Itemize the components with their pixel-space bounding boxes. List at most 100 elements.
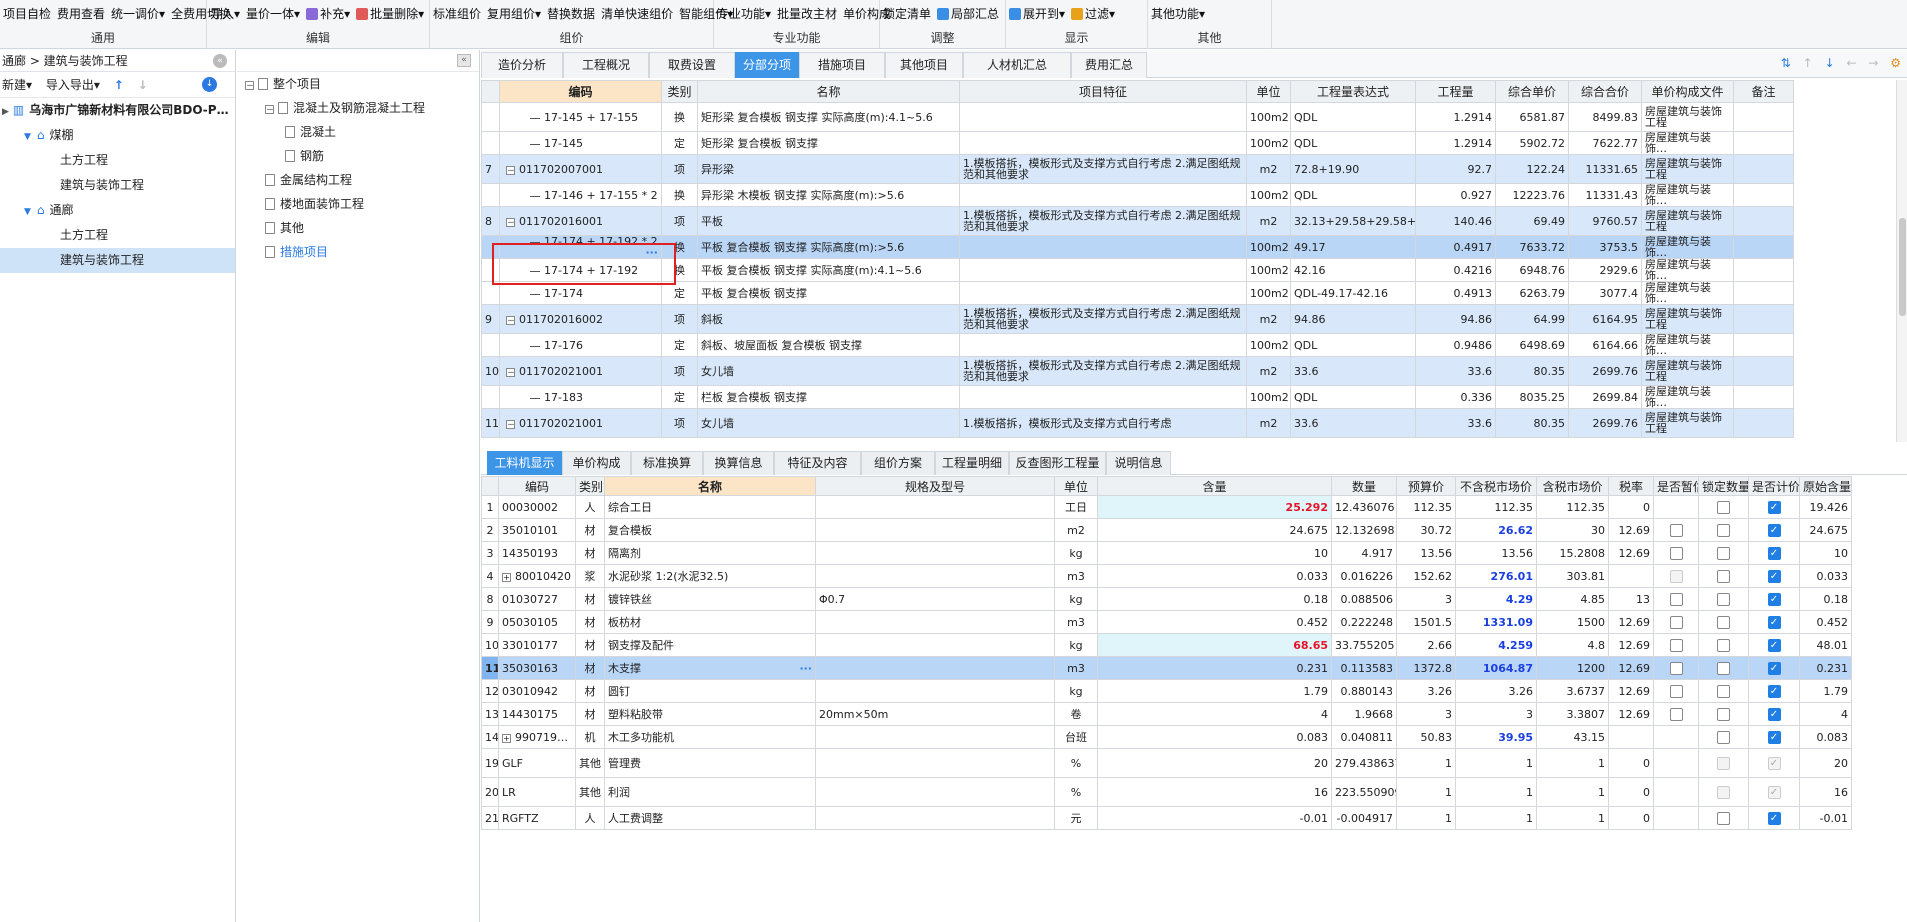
cell-est[interactable] bbox=[1653, 806, 1699, 830]
checked-checkbox-icon[interactable]: ✓ bbox=[1767, 684, 1781, 698]
cell-qty[interactable]: 0.222248 bbox=[1331, 610, 1397, 634]
tab-3[interactable]: 分部分项 bbox=[735, 52, 799, 78]
section-tree-item[interactable]: 楼地面装饰工程 bbox=[237, 192, 479, 216]
cell-remark[interactable] bbox=[1733, 333, 1794, 357]
cell-code[interactable]: GLF bbox=[498, 748, 576, 778]
cell-code[interactable]: +990719… bbox=[498, 725, 576, 749]
cell-price[interactable]: 6581.87 bbox=[1495, 102, 1569, 132]
table-row[interactable]: 17-145 定矩形梁 复合模板 钢支撑 100m2 QDL 1.2914 5902.72… bbox=[481, 131, 1794, 155]
cell-name[interactable]: 复合模板 bbox=[604, 518, 816, 542]
project-tree-item[interactable]: ▶ ▥ 乌海市广锦新材料有限公司BDO-P… bbox=[0, 98, 235, 123]
cell-price[interactable]: 12223.76 bbox=[1495, 183, 1569, 207]
cell-amt[interactable]: 0.18 bbox=[1097, 587, 1332, 611]
cell-mkt_tax[interactable]: 3.3807 bbox=[1536, 702, 1609, 726]
table-row[interactable]: 4 +80010420 浆水泥砂浆 1:2(水泥32.5) m3 0.033 0.0162… bbox=[481, 564, 1852, 588]
cell-name[interactable]: 平板 复合模板 钢支撑 实际高度(m):>5.6 bbox=[697, 235, 960, 259]
checked-checkbox-icon[interactable]: ✓ bbox=[1767, 661, 1781, 675]
column-header[interactable]: 备注 bbox=[1733, 80, 1794, 103]
cell-mkt_tax[interactable]: 4.8 bbox=[1536, 633, 1609, 657]
column-header[interactable]: 类别 bbox=[661, 80, 698, 103]
cell-price[interactable]: 6498.69 bbox=[1495, 333, 1569, 357]
cell-file[interactable]: 房屋建筑与装饰… bbox=[1641, 258, 1734, 282]
cell-est[interactable] bbox=[1653, 495, 1699, 519]
cell-code[interactable]: 01030727 bbox=[498, 587, 576, 611]
cell-budget[interactable]: 1 bbox=[1396, 777, 1456, 807]
column-header[interactable]: 是否计价 bbox=[1748, 476, 1800, 496]
ribbon-button[interactable]: 锁定清单 bbox=[880, 2, 934, 25]
table-row[interactable]: 1135030163材木支撑···m30.2310.1135831372.810… bbox=[481, 656, 1852, 680]
tab-7[interactable]: 费用汇总 bbox=[1071, 52, 1147, 78]
cell-type[interactable]: 项 bbox=[661, 304, 698, 334]
cell-qty[interactable]: 0.4913 bbox=[1415, 281, 1496, 305]
cell-expr[interactable]: 33.6 bbox=[1290, 408, 1416, 438]
cell-mkt_tax[interactable]: 1 bbox=[1536, 806, 1609, 830]
column-header[interactable]: 数量 bbox=[1331, 476, 1397, 496]
cell-name[interactable]: 木支撑 ··· bbox=[604, 656, 816, 680]
ribbon-button[interactable]: 复用组价▾ bbox=[484, 2, 544, 25]
cell-unit[interactable]: 100m2 bbox=[1246, 333, 1291, 357]
checkbox-icon[interactable] bbox=[1669, 684, 1683, 698]
expand-caret-icon[interactable]: ▼ bbox=[24, 132, 31, 142]
cell-lock[interactable] bbox=[1698, 806, 1749, 830]
cell-qty[interactable]: 140.46 bbox=[1415, 206, 1496, 236]
cell-budget[interactable]: 30.72 bbox=[1396, 518, 1456, 542]
cell-code[interactable]: RGFTZ bbox=[498, 806, 576, 830]
table-row[interactable]: 17-183 定栏板 复合模板 钢支撑 100m2 QDL 0.336 8035.25 26… bbox=[481, 385, 1794, 409]
new-button[interactable]: 新建▾ bbox=[2, 78, 32, 92]
cell-file[interactable]: 房屋建筑与装饰… bbox=[1641, 333, 1734, 357]
cell-type[interactable]: 人 bbox=[575, 495, 605, 519]
cell-tax[interactable] bbox=[1608, 725, 1654, 749]
cell-type[interactable]: 定 bbox=[661, 385, 698, 409]
cell-file[interactable]: 房屋建筑与装饰… bbox=[1641, 183, 1734, 207]
tab-5[interactable]: 其他项目 bbox=[885, 52, 963, 78]
table-row[interactable]: 3 14350193 材隔离剂 kg 10 4.917 13.56 13.56 15.2808 1… bbox=[481, 541, 1852, 565]
detail-tab-1[interactable]: 单价构成 bbox=[562, 451, 631, 475]
cell-orig[interactable]: 24.675 bbox=[1799, 518, 1852, 542]
cell-code[interactable]: 17-145 bbox=[499, 131, 662, 155]
cell-code[interactable]: － 011702021001 bbox=[499, 356, 662, 386]
cell-price[interactable]: 7633.72 bbox=[1495, 235, 1569, 259]
column-header[interactable]: 税率 bbox=[1608, 476, 1654, 496]
cell-name[interactable]: 矩形梁 复合模板 钢支撑 实际高度(m):4.1~5.6 bbox=[697, 102, 960, 132]
cell-unit[interactable]: 100m2 bbox=[1246, 102, 1291, 132]
cell-feature[interactable] bbox=[959, 333, 1247, 357]
cell-mkt[interactable]: 1 bbox=[1455, 806, 1537, 830]
cell-tax[interactable]: 12.69 bbox=[1608, 702, 1654, 726]
cell-unit[interactable]: m3 bbox=[1054, 564, 1098, 588]
cell-budget[interactable]: 1 bbox=[1396, 748, 1456, 778]
cell-name[interactable]: 斜板 bbox=[697, 304, 960, 334]
cell-name[interactable]: 塑料粘胶带 bbox=[604, 702, 816, 726]
cell-amt[interactable]: 24.675 bbox=[1097, 518, 1332, 542]
cell-spec[interactable]: Φ0.7 bbox=[815, 587, 1055, 611]
checked-checkbox-icon[interactable]: ✓ bbox=[1767, 811, 1781, 825]
cell-code[interactable]: － 011702007001 bbox=[499, 154, 662, 184]
cell-remark[interactable] bbox=[1733, 408, 1794, 438]
checked-checkbox-icon[interactable]: ✓ bbox=[1767, 546, 1781, 560]
scrollbar-thumb[interactable] bbox=[1899, 218, 1906, 316]
cell-type[interactable]: 换 bbox=[661, 183, 698, 207]
column-header[interactable]: 类别 bbox=[575, 476, 605, 496]
cell-orig[interactable]: 0.083 bbox=[1799, 725, 1852, 749]
cell-spec[interactable] bbox=[815, 748, 1055, 778]
cell-mkt_tax[interactable]: 30 bbox=[1536, 518, 1609, 542]
cell-total[interactable]: 6164.95 bbox=[1568, 304, 1642, 334]
cell-qty[interactable]: 33.6 bbox=[1415, 408, 1496, 438]
cell-orig[interactable]: 10 bbox=[1799, 541, 1852, 565]
table-row[interactable]: 21 RGFTZ 人人工费调整元 -0.01 -0.004917 1 1 1 0 ✓ -0.01 bbox=[481, 806, 1852, 830]
more-options-button[interactable]: ··· bbox=[645, 247, 658, 258]
cell-mkt[interactable]: 276.01 bbox=[1455, 564, 1537, 588]
cell-amt[interactable]: 1.79 bbox=[1097, 679, 1332, 703]
cell-unit[interactable]: m3 bbox=[1054, 656, 1098, 680]
cell-remark[interactable] bbox=[1733, 258, 1794, 282]
section-tree-item[interactable]: 其他 bbox=[237, 216, 479, 240]
cell-name[interactable]: 女儿墙 bbox=[697, 408, 960, 438]
table-row[interactable]: 13 14430175 材塑料粘胶带 20mm×50m 卷 4 1.9668 3 3 3.3807… bbox=[481, 702, 1852, 726]
cell-remark[interactable] bbox=[1733, 385, 1794, 409]
cell-qty[interactable]: 94.86 bbox=[1415, 304, 1496, 334]
project-tree-item[interactable]: 土方工程 bbox=[0, 148, 235, 173]
column-header[interactable]: 综合单价 bbox=[1495, 80, 1569, 103]
tab-2[interactable]: 取费设置 bbox=[649, 52, 735, 78]
cell-unit[interactable]: 元 bbox=[1054, 806, 1098, 830]
column-header[interactable]: 含量 bbox=[1097, 476, 1332, 496]
cell-spec[interactable] bbox=[815, 679, 1055, 703]
